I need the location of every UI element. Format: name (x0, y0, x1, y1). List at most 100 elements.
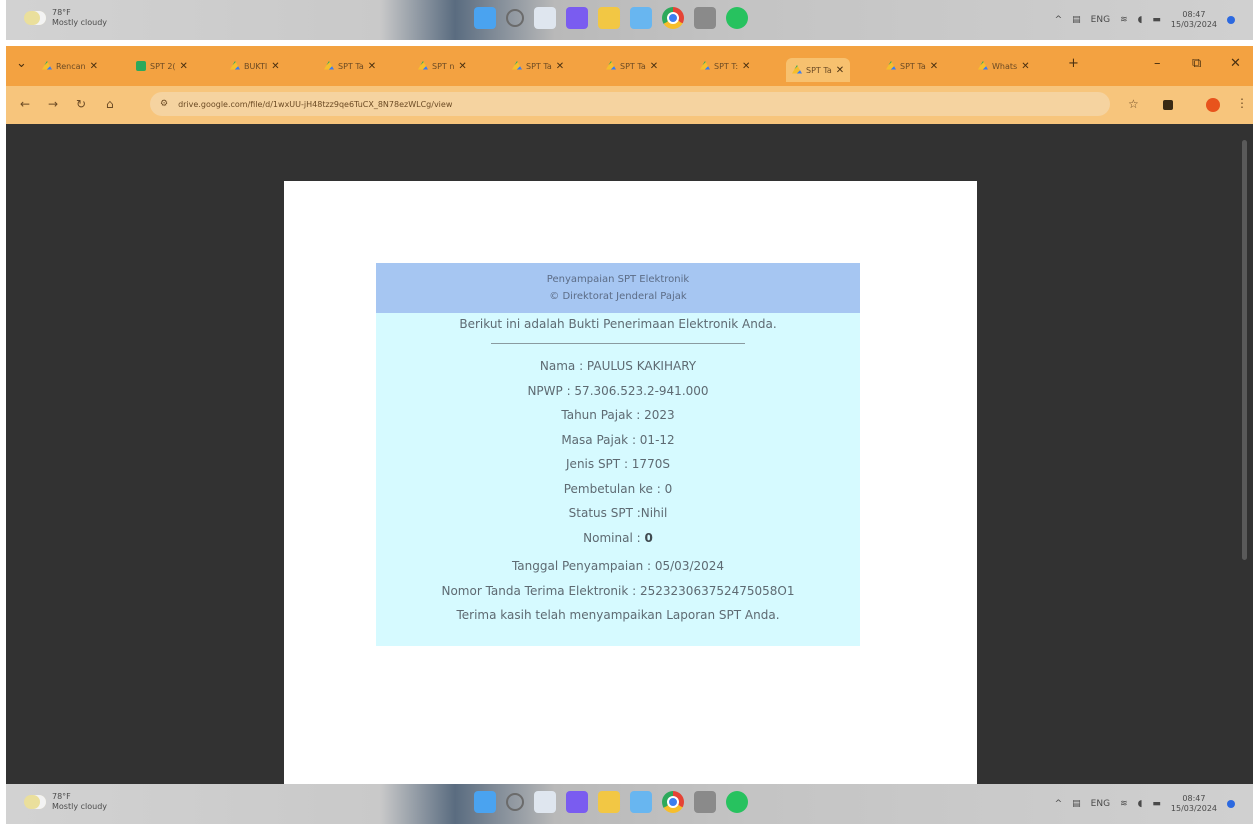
camera-icon[interactable] (694, 7, 716, 29)
cloud-icon (24, 795, 46, 809)
notification-icon[interactable] (1227, 800, 1235, 808)
tab-3[interactable]: BUKTI ✕ (230, 55, 280, 77)
taskview-icon[interactable] (534, 7, 556, 29)
receipt-card: Penyampaian SPT Elektronik © Direktorat … (376, 263, 860, 646)
close-icon[interactable]: ✕ (930, 61, 938, 72)
wifi-icon[interactable]: ≋ (1120, 15, 1128, 25)
edge-icon[interactable] (630, 7, 652, 29)
file-explorer-icon[interactable] (598, 7, 620, 29)
site-settings-icon[interactable]: ⚙ (160, 99, 168, 109)
whatsapp-icon[interactable] (726, 791, 748, 813)
side-panel-icon[interactable] (1163, 100, 1173, 110)
close-icon[interactable]: ✕ (180, 61, 188, 72)
keyboard-icon[interactable]: ▤ (1072, 15, 1081, 25)
close-icon[interactable]: ✕ (1021, 61, 1029, 72)
drive-icon (886, 61, 896, 70)
search-icon[interactable] (506, 9, 524, 27)
weather-widget[interactable]: 78°F Mostly cloudy (24, 8, 107, 28)
wifi-icon[interactable]: ≋ (1120, 799, 1128, 809)
tab-label: Whats (992, 61, 1018, 71)
close-icon[interactable]: ✕ (836, 65, 844, 76)
battery-icon[interactable]: ▬ (1152, 15, 1161, 25)
receipt-copyright: © Direktorat Jenderal Pajak (549, 291, 687, 302)
forward-icon[interactable]: → (48, 97, 58, 111)
close-icon[interactable]: ✕ (458, 61, 466, 72)
camera-icon[interactable] (694, 791, 716, 813)
restore-icon[interactable]: ⧉ (1192, 56, 1201, 71)
tab-4[interactable]: SPT Ta ✕ (324, 55, 376, 77)
back-icon[interactable]: ← (20, 97, 30, 111)
whatsapp-icon[interactable] (726, 7, 748, 29)
tab-8[interactable]: SPT T: ✕ (700, 55, 750, 77)
close-icon[interactable]: ✕ (556, 61, 564, 72)
file-explorer-icon[interactable] (598, 791, 620, 813)
close-icon[interactable]: ✕ (368, 61, 376, 72)
drive-icon (230, 61, 240, 70)
drive-icon (700, 61, 710, 70)
receipt-intro: Berikut ini adalah Bukti Penerimaan Elek… (459, 317, 777, 331)
weather-widget[interactable]: 78°F Mostly cloudy (24, 792, 107, 812)
chat-icon[interactable] (566, 7, 588, 29)
start-icon[interactable] (474, 791, 496, 813)
more-menu-icon[interactable]: ⋮ (1236, 96, 1248, 110)
tab-6[interactable]: SPT Ta ✕ (512, 55, 564, 77)
url-field[interactable]: ⚙ drive.google.com/file/d/1wxUU-jH48tzz9… (150, 92, 1110, 116)
edge-icon[interactable] (630, 791, 652, 813)
clock[interactable]: 08:47 15/03/2024 (1171, 10, 1217, 30)
close-icon[interactable]: ✕ (742, 61, 750, 72)
language-indicator[interactable]: ENG (1091, 15, 1110, 25)
close-icon[interactable]: ✕ (90, 61, 98, 72)
tab-strip: ⌄ Rencan ✕ SPT 2(✕ BUKTI ✕ SPT Ta ✕ SPT n ✕ … (6, 46, 1253, 86)
drive-icon (792, 65, 802, 74)
close-icon[interactable]: ✕ (650, 61, 658, 72)
tab-label: SPT Ta (806, 65, 832, 75)
divider (491, 343, 745, 344)
language-indicator[interactable]: ENG (1091, 799, 1110, 809)
clock-date: 15/03/2024 (1170, 804, 1217, 813)
receipt-header: Penyampaian SPT Elektronik © Direktorat … (376, 263, 860, 313)
star-icon[interactable]: ☆ (1128, 97, 1139, 111)
close-window-icon[interactable]: ✕ (1230, 56, 1241, 71)
tab-5[interactable]: SPT n ✕ (418, 55, 467, 77)
new-tab-button[interactable]: + (1068, 56, 1079, 71)
tab-search-icon[interactable]: ⌄ (16, 56, 27, 71)
drive-icon (42, 61, 52, 70)
minimize-icon[interactable]: – (1154, 56, 1161, 71)
clock-time: 08:47 (1182, 10, 1206, 19)
scrollbar[interactable] (1242, 140, 1247, 560)
volume-icon[interactable]: ◖ (1138, 799, 1143, 809)
start-icon[interactable] (474, 7, 496, 29)
search-icon[interactable] (506, 793, 524, 811)
chrome-icon[interactable] (662, 7, 684, 29)
home-icon[interactable]: ⌂ (106, 97, 114, 111)
battery-icon[interactable]: ▬ (1152, 799, 1161, 809)
chevron-up-icon[interactable]: ^ (1055, 799, 1063, 809)
keyboard-icon[interactable]: ▤ (1072, 799, 1081, 809)
receipt-title: Penyampaian SPT Elektronik (546, 274, 690, 285)
chevron-up-icon[interactable]: ^ (1055, 15, 1063, 25)
reload-icon[interactable]: ↻ (76, 97, 86, 111)
nominal-value: 0 (644, 530, 653, 545)
field-nominal: Nominal : 0 (376, 526, 860, 551)
close-icon[interactable]: ✕ (271, 61, 279, 72)
notification-icon[interactable] (1227, 16, 1235, 24)
tab-10[interactable]: SPT Ta ✕ (886, 55, 938, 77)
address-bar-row: ← → ↻ ⌂ ⚙ drive.google.com/file/d/1wxUU-… (6, 86, 1253, 124)
chrome-icon[interactable] (662, 791, 684, 813)
weather-desc: Mostly cloudy (52, 18, 107, 27)
tab-1[interactable]: Rencan ✕ (42, 55, 98, 77)
tab-11[interactable]: Whats ✕ (978, 55, 1030, 77)
taskbar-top: 78°F Mostly cloudy ^ ▤ ENG ≋ ◖ ▬ 08:47 1… (6, 0, 1253, 40)
field-nama: Nama : PAULUS KAKIHARY (539, 359, 697, 373)
taskview-icon[interactable] (534, 791, 556, 813)
tab-2[interactable]: SPT 2(✕ (136, 55, 188, 77)
tab-9-active[interactable]: SPT Ta ✕ (786, 58, 851, 82)
field-pembetulan: Pembetulan ke : 0 (563, 481, 673, 496)
volume-icon[interactable]: ◖ (1138, 15, 1143, 25)
extension-icon[interactable] (1206, 98, 1220, 112)
tab-7[interactable]: SPT Ta ✕ (606, 55, 658, 77)
chat-icon[interactable] (566, 791, 588, 813)
drive-icon (606, 61, 616, 70)
clock[interactable]: 08:47 15/03/2024 (1171, 794, 1217, 814)
receipt-thanks: Terima kasih telah menyampaikan Laporan … (456, 608, 780, 622)
